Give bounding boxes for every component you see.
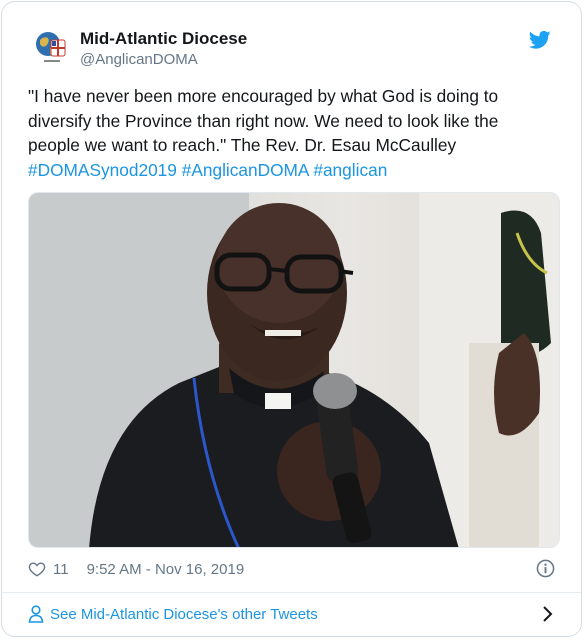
timestamp[interactable]: 9:52 AM - Nov 16, 2019 [87, 561, 245, 578]
tweet-text: "I have never been more encouraged by wh… [28, 84, 548, 182]
info-icon[interactable] [536, 559, 555, 578]
avatar[interactable] [32, 28, 72, 68]
author-name[interactable]: Mid-Atlantic Diocese [80, 29, 247, 49]
footer-link-row[interactable]: See Mid-Atlantic Diocese's other Tweets [28, 602, 555, 626]
tweet-meta: 11 9:52 AM - Nov 16, 2019 [28, 558, 244, 580]
tweet-card: Mid-Atlantic Diocese @AnglicanDOMA "I ha… [1, 1, 582, 637]
tweet-photo[interactable] [28, 192, 560, 548]
chevron-right-icon[interactable] [541, 605, 553, 623]
heart-icon[interactable] [28, 560, 46, 578]
twitter-bird-icon[interactable] [529, 30, 551, 50]
divider [2, 592, 581, 593]
hashtag-link[interactable]: #anglican [313, 160, 387, 180]
see-other-tweets-link[interactable]: See Mid-Atlantic Diocese's other Tweets [50, 606, 318, 623]
hashtag-link[interactable]: #DOMASynod2019 [28, 160, 177, 180]
like-count[interactable]: 11 [53, 561, 69, 578]
person-icon [28, 605, 44, 623]
tweet-body: "I have never been more encouraged by wh… [28, 86, 499, 155]
author-handle[interactable]: @AnglicanDOMA [80, 51, 198, 68]
hashtag-link[interactable]: #AnglicanDOMA [182, 160, 309, 180]
tweet-header: Mid-Atlantic Diocese @AnglicanDOMA [28, 24, 555, 74]
